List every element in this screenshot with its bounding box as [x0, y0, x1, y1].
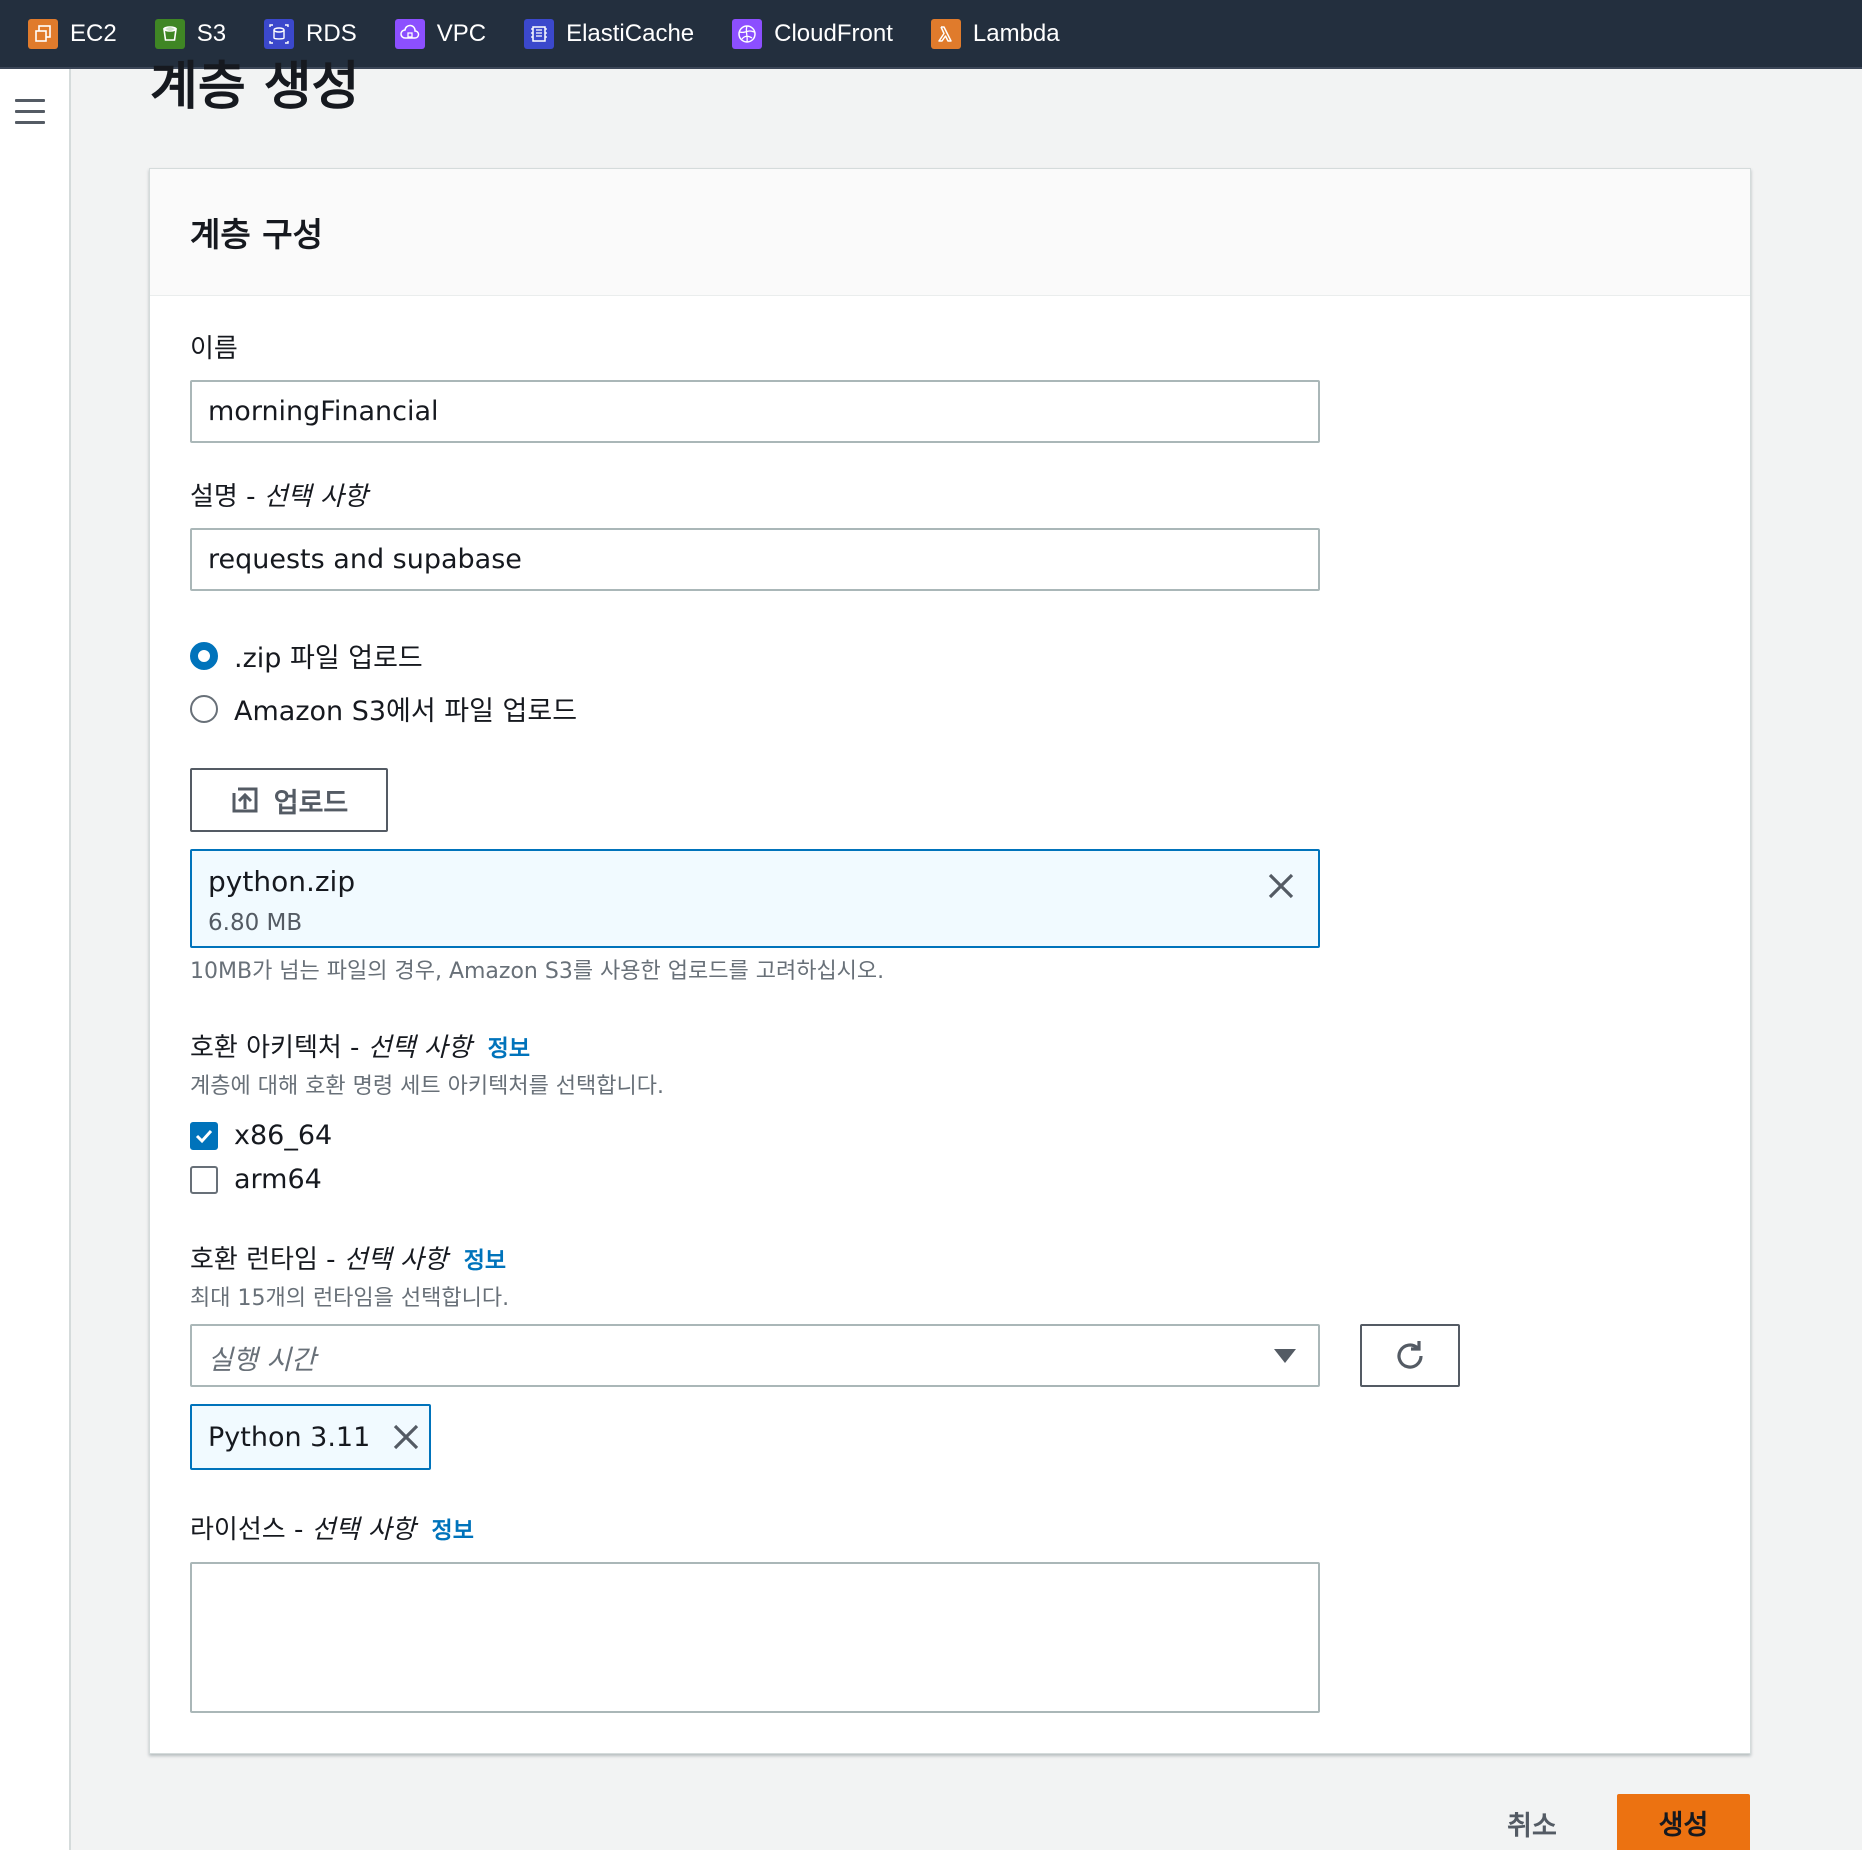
runtime-token-label: Python 3.11	[208, 1421, 371, 1453]
runtime-token: Python 3.11	[190, 1404, 431, 1470]
rds-icon	[264, 18, 295, 49]
upload-button-label: 업로드	[273, 787, 349, 819]
runtime-label: 호환 런타임 - 선택 사항 정보	[190, 1243, 506, 1278]
create-button[interactable]: 생성	[1617, 1794, 1750, 1850]
page-title: 계층 생성	[150, 57, 360, 117]
radio-button[interactable]	[190, 694, 218, 723]
description-label-text: 설명 -	[190, 482, 264, 512]
checkbox-label: x86_64	[234, 1120, 333, 1151]
container-title: 계층 구성	[190, 215, 323, 254]
file-size-hint: 10MB가 넘는 파일의 경우, Amazon S3를 사용한 업로드를 고려하…	[190, 959, 885, 984]
checkbox-label: arm64	[234, 1164, 322, 1195]
optional-text: 선택 사항	[263, 482, 368, 512]
upload-button[interactable]: 업로드	[190, 768, 388, 832]
radio-label: .zip 파일 업로드	[234, 643, 423, 674]
architecture-label-text: 호환 아키텍처 -	[190, 1033, 368, 1063]
checkbox-arm64[interactable]: arm64	[190, 1164, 322, 1195]
file-token: python.zip 6.80 MB	[190, 849, 1320, 948]
file-size: 6.80 MB	[208, 910, 303, 936]
container-header: 계층 구성	[150, 169, 1750, 296]
refresh-icon	[1397, 1340, 1423, 1369]
file-name: python.zip	[208, 865, 356, 898]
service-label: EC2	[70, 19, 117, 47]
service-s3[interactable]: S3	[154, 18, 227, 49]
license-textarea[interactable]	[190, 1562, 1320, 1713]
architecture-description: 계층에 대해 호환 명령 세트 아키텍처를 선택합니다.	[190, 1074, 664, 1099]
checkbox-x86-64[interactable]: x86_64	[190, 1120, 332, 1151]
upload-icon	[232, 787, 258, 813]
check-icon	[195, 1129, 213, 1143]
s3-icon	[154, 18, 185, 49]
service-cloudfront[interactable]: CloudFront	[732, 18, 893, 49]
radio-zip-upload[interactable]: .zip 파일 업로드	[190, 636, 423, 675]
ec2-icon	[28, 18, 58, 49]
name-input[interactable]: morningFinancial	[190, 380, 1320, 443]
license-info-link[interactable]: 정보	[432, 1518, 474, 1544]
runtime-label-text: 호환 런타임 -	[190, 1245, 344, 1275]
runtime-select[interactable]: 실행 시간	[190, 1324, 1320, 1387]
description-input[interactable]: requests and supabase	[190, 528, 1320, 591]
service-rds[interactable]: RDS	[264, 18, 357, 49]
service-label: ElastiCache	[566, 19, 695, 47]
optional-text: 선택 사항	[343, 1245, 448, 1275]
optional-text: 선택 사항	[311, 1515, 416, 1545]
architecture-label: 호환 아키텍처 - 선택 사항 정보	[190, 1031, 530, 1066]
radio-s3-upload[interactable]: Amazon S3에서 파일 업로드	[190, 689, 577, 728]
runtime-select-placeholder: 실행 시간	[208, 1345, 316, 1376]
runtime-info-link[interactable]: 정보	[464, 1248, 506, 1274]
remove-file-icon[interactable]	[1264, 869, 1298, 903]
description-label: 설명 - 선택 사항	[190, 480, 368, 514]
service-label: RDS	[306, 19, 357, 47]
name-label: 이름	[190, 334, 238, 364]
radio-label: Amazon S3에서 파일 업로드	[234, 696, 578, 727]
optional-text: 선택 사항	[367, 1033, 472, 1063]
caret-down-icon	[1274, 1349, 1296, 1363]
vpc-icon	[394, 18, 425, 49]
architecture-info-link[interactable]: 정보	[488, 1036, 530, 1062]
service-label: Lambda	[972, 19, 1060, 47]
license-label-text: 라이선스 -	[190, 1515, 312, 1545]
checkbox[interactable]	[190, 1121, 218, 1150]
service-lambda[interactable]: Lambda	[930, 18, 1060, 49]
service-ec2[interactable]: EC2	[28, 18, 117, 49]
checkbox[interactable]	[190, 1165, 218, 1194]
service-elasticache[interactable]: ElastiCache	[524, 18, 695, 49]
refresh-runtimes-button[interactable]	[1360, 1324, 1460, 1387]
menu-icon[interactable]	[15, 99, 45, 125]
service-label: CloudFront	[774, 19, 893, 47]
remove-runtime-icon[interactable]	[390, 1421, 422, 1453]
service-vpc[interactable]: VPC	[394, 18, 487, 49]
lambda-icon	[930, 18, 961, 49]
service-label: S3	[196, 19, 227, 47]
runtime-description: 최대 15개의 런타임을 선택합니다.	[190, 1286, 510, 1311]
side-navigation-rail	[0, 69, 71, 1850]
cloudfront-icon	[732, 18, 763, 49]
service-label: VPC	[436, 19, 487, 47]
license-label: 라이선스 - 선택 사항 정보	[190, 1513, 474, 1548]
radio-button[interactable]	[190, 641, 218, 670]
cancel-button[interactable]: 취소	[1490, 1796, 1574, 1850]
elasticache-icon	[524, 18, 555, 49]
